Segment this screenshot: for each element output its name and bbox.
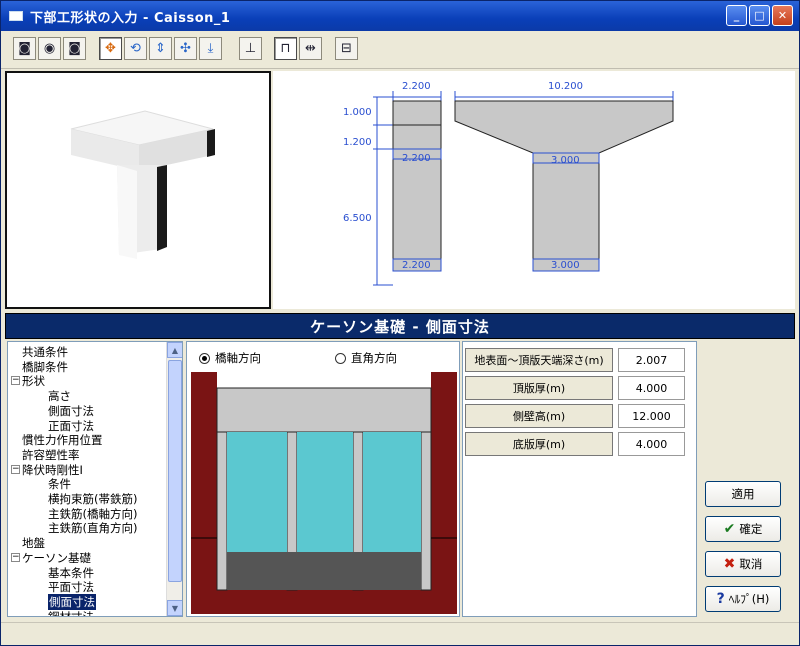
2d-drawing: 1.000 1.200 6.500 2.200 10.200 2.200 2.2… [273,71,795,309]
lower-icon[interactable]: ⤓ [199,37,222,60]
tree-item[interactable]: 高さ [48,388,71,404]
cancel-button[interactable]: ✖ 取消 [705,551,781,577]
3d-view[interactable] [5,71,271,309]
param-label-wall-height: 側壁高(m) [465,404,613,428]
side-bottom-label: 2.200 [402,260,431,271]
param-value-top-slab[interactable]: 4.000 [618,376,685,400]
front-view-icon[interactable]: ⊥ [239,37,262,60]
title-bar[interactable]: 下部工形状の入力 - Caisson_1 _ □ ✕ [1,1,799,31]
scroll-thumb[interactable] [168,360,182,582]
close-button[interactable]: ✕ [772,5,793,26]
check-icon: ✔ [723,521,736,537]
pier-3d-model [70,110,215,259]
video-icon[interactable]: ◙ [63,37,86,60]
tree-item[interactable]: 側面寸法 [48,403,94,419]
tree-item[interactable]: 正面寸法 [48,418,94,434]
tree-item[interactable]: 主鉄筋(直角方向) [48,520,137,536]
vertical-move-icon[interactable]: ⇕ [149,37,172,60]
tree-item[interactable]: 許容塑性率 [22,447,80,463]
rotate-icon[interactable]: ⟲ [124,37,147,60]
param-label-bottom-slab: 底版厚(m) [465,432,613,456]
height-dim-2: 1.200 [343,137,372,148]
window-title: 下部工形状の入力 - Caisson_1 [30,10,231,26]
tree-item[interactable]: 基本条件 [48,565,94,581]
front-top-label: 3.000 [551,155,580,166]
move-icon[interactable]: ✥ [99,37,122,60]
pan-icon[interactable]: ✣ [174,37,197,60]
param-label-top-slab: 頂版厚(m) [465,376,613,400]
tree-item[interactable]: ケーソン基礎 [22,550,91,566]
width-dim-front: 10.200 [548,81,583,92]
question-icon: ? [716,591,725,607]
tree-item[interactable]: 地盤 [22,535,45,551]
dimension-icon[interactable]: ⇹ [299,37,322,60]
status-bar [1,622,799,645]
tree-scrollbar[interactable]: ▲ ▼ [166,342,182,616]
width-dim-side: 2.200 [402,81,431,92]
section-header: ケーソン基礎 - 側面寸法 [5,313,795,339]
param-label-depth: 地表面～頂版天端深さ(m) [465,348,613,372]
tree-item[interactable]: 条件 [48,476,71,492]
tree-item[interactable]: 横拘束筋(帯鉄筋) [48,491,137,507]
maximize-button[interactable]: □ [749,5,770,26]
tree-expander-icon[interactable]: − [11,552,20,562]
param-value-bottom-slab[interactable]: 4.000 [618,432,685,456]
toolbar: ◙ ◉ ◙ ✥ ⟲ ⇕ ✣ ⤓ ⊥ ⊓ ⇹ ⊟ [1,31,799,69]
front-bottom-label: 3.000 [551,260,580,271]
tree-expander-icon[interactable]: − [11,376,20,386]
tree-item[interactable]: 形状 [22,373,45,389]
tree-item[interactable]: 主鉄筋(橋軸方向) [48,506,137,522]
param-value-wall-height[interactable]: 12.000 [618,404,685,428]
tree-item[interactable]: 橋脚条件 [22,359,68,375]
help-button[interactable]: ? ﾍﾙﾌﾟ(H) [705,586,781,612]
tree-expander-icon[interactable]: − [11,464,20,474]
tree-item[interactable]: 平面寸法 [48,579,94,595]
height-dim-1: 1.000 [343,107,372,118]
caisson-input-window: 下部工形状の入力 - Caisson_1 _ □ ✕ ◙ ◉ ◙ ✥ ⟲ ⇕ ✣… [0,0,800,646]
settings-icon[interactable]: ⊟ [335,37,358,60]
radio-empty-icon [335,352,346,364]
ok-button[interactable]: ✔ 確定 [705,516,781,542]
radio-perpendicular[interactable]: 直角方向 [335,350,397,366]
parameter-grid: 地表面～頂版天端深さ(m) 2.007 頂版厚(m) 4.000 側壁高(m) … [462,341,697,617]
side-top-label: 2.200 [402,153,431,164]
side-view-panel: 橋軸方向 直角方向 [186,341,460,617]
tree-item[interactable]: 鋼材寸法 [48,609,94,616]
section-icon[interactable]: ⊓ [274,37,297,60]
scroll-up-icon[interactable]: ▲ [167,342,182,358]
tree-item[interactable]: 慣性力作用位置 [22,432,103,448]
camera-icon[interactable]: ◙ [13,37,36,60]
tree-item[interactable]: 降伏時剛性I [22,462,83,478]
radio-bridge-axis[interactable]: 橋軸方向 [199,350,261,366]
eye-icon[interactable]: ◉ [38,37,61,60]
tree-item[interactable]: 側面寸法 [48,593,96,610]
radio-selected-icon [199,352,210,364]
tree-item[interactable]: 共通条件 [22,344,68,360]
app-icon [9,11,23,21]
height-dim-3: 6.500 [343,213,372,224]
param-value-depth[interactable]: 2.007 [618,348,685,372]
caisson-section-diagram [191,368,457,614]
apply-button[interactable]: 適用 [705,481,781,507]
navigation-tree[interactable]: 共通条件 橋脚条件 − 形状 高さ 側面寸法 正面寸法 慣性力作用位置 許容塑性率 − 降伏時剛性I… [7,341,183,617]
minimize-button[interactable]: _ [726,5,747,26]
x-icon: ✖ [723,556,736,572]
scroll-down-icon[interactable]: ▼ [167,600,182,616]
